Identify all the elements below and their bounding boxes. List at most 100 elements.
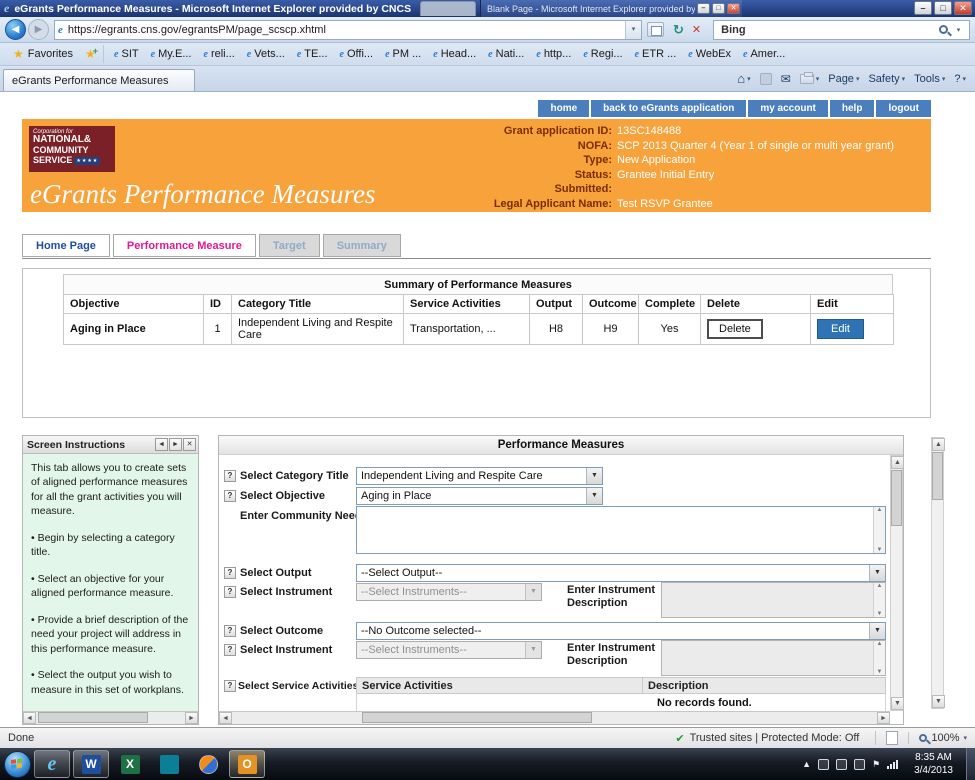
scroll-right-arrow[interactable]: ► [185,712,198,724]
taskbar-outlook[interactable]: O [229,750,265,778]
tab-home-page[interactable]: Home Page [22,234,110,257]
scrollbar-thumb[interactable] [362,712,592,723]
show-hidden-icons-button[interactable]: ▲ [802,759,811,769]
scroll-right-arrow[interactable]: ► [877,712,890,724]
favorite-link[interactable]: eTE... [291,46,334,62]
feeds-icon[interactable] [760,73,772,85]
scroll-down-arrow[interactable]: ▼ [891,697,904,710]
bg-maximize-button[interactable]: □ [712,3,725,14]
print-button[interactable]: ▾ [800,74,820,84]
category-title-select[interactable]: Independent Living and Respite Care ▼ [356,467,603,485]
search-dropdown[interactable]: ▾ [951,26,966,34]
favorite-link[interactable]: eWebEx [682,46,737,62]
action-center-flag-icon[interactable]: ⚑ [872,759,880,770]
security-zone[interactable]: ✔ Trusted sites | Protected Mode: Off [675,732,859,745]
home-button[interactable]: ⌂▾ [737,71,750,86]
forward-button[interactable]: ▶ [28,19,49,40]
outcome-select[interactable]: --No Outcome selected-- ▼ [356,622,886,640]
page-menu[interactable]: Page▾ [828,73,859,85]
close-instructions-button[interactable]: ✕ [183,438,196,451]
scroll-left-arrow[interactable]: ◄ [23,712,36,724]
tray-icon[interactable] [836,759,847,770]
minimize-button[interactable]: – [914,1,932,15]
taskbar-excel[interactable]: X [112,750,148,778]
objective-select[interactable]: Aging in Place ▼ [356,487,603,505]
maximize-button[interactable]: □ [934,1,952,15]
help-icon[interactable]: ? [224,625,236,637]
scroll-up-arrow[interactable]: ▲ [874,507,885,513]
tab-summary[interactable]: Summary [323,234,401,257]
scrollbar-thumb[interactable] [932,452,943,500]
favorite-link[interactable]: ereli... [198,46,241,62]
favorite-link[interactable]: ehttp... [530,46,577,62]
next-instruction-button[interactable]: ► [169,438,182,451]
search-icon[interactable] [939,25,948,34]
instructions-horizontal-scrollbar[interactable]: ◄ ► [23,711,198,724]
browser-tab[interactable]: eGrants Performance Measures [3,69,195,91]
tray-icon[interactable] [854,759,865,770]
back-button[interactable]: ◀ [5,19,26,40]
nav-home-button[interactable]: home [538,100,589,117]
zoom-control[interactable]: 100% ▾ [908,732,967,744]
scroll-left-arrow[interactable]: ◄ [219,712,232,724]
favorite-link[interactable]: eVets... [241,46,291,62]
scrollbar-thumb[interactable] [38,712,148,723]
safety-menu[interactable]: Safety▾ [868,73,905,85]
favorite-link[interactable]: eRegi... [577,46,628,62]
scroll-down-arrow[interactable]: ▼ [932,695,945,708]
favorite-link[interactable]: eETR ... [629,46,683,62]
community-need-textarea[interactable]: ▲▼ [356,506,886,554]
edit-button[interactable]: Edit [817,319,864,339]
chevron-down-icon[interactable]: ▼ [586,468,602,484]
output-select[interactable]: --Select Output-- ▼ [356,564,886,582]
tools-menu[interactable]: Tools▾ [914,73,945,85]
help-icon[interactable]: ? [224,470,236,482]
scrollbar-track[interactable] [932,451,943,695]
start-button[interactable] [4,751,31,778]
nav-logout-button[interactable]: logout [876,100,931,117]
tab-performance-measure[interactable]: Performance Measure [113,234,256,257]
nav-back-to-egrants-button[interactable]: back to eGrants application [591,100,746,117]
page-vertical-scrollbar[interactable]: ▲ ▼ [931,437,944,709]
tab-target[interactable]: Target [259,234,320,257]
favorite-link[interactable]: eNati... [482,46,530,62]
favorite-link[interactable]: eAmer... [737,46,791,62]
help-icon[interactable]: ? [224,680,236,692]
bg-close-button[interactable]: ✕ [727,3,740,14]
mail-icon[interactable]: ✉ [781,72,791,86]
taskbar-app[interactable] [151,750,187,778]
background-window[interactable]: Blank Page - Microsoft Internet Explorer… [480,0,742,17]
favorite-link[interactable]: eMy.E... [145,46,198,62]
taskbar-internet-explorer[interactable]: e [34,750,70,778]
scrollbar-track[interactable] [232,712,877,724]
favorite-link[interactable]: eHead... [427,46,482,62]
refresh-button[interactable]: ↻ [673,22,684,38]
scroll-down-arrow[interactable]: ▼ [874,547,885,553]
taskbar-media-player[interactable] [190,750,226,778]
stop-button[interactable]: ✕ [692,23,701,36]
favorite-link[interactable]: eSIT [108,46,145,62]
scrollbar-track[interactable] [36,712,185,724]
help-icon[interactable]: ? [224,586,236,598]
help-icon[interactable]: ? [224,644,236,656]
nav-help-button[interactable]: help [830,100,875,117]
address-bar[interactable]: e https://egrants.cns.gov/egrantsPM/page… [54,20,642,40]
close-button[interactable]: ✕ [954,1,972,15]
show-desktop-button[interactable] [966,748,975,780]
chevron-down-icon[interactable]: ▼ [586,488,602,504]
scroll-up-arrow[interactable]: ▲ [891,456,904,469]
help-icon[interactable]: ? [224,567,236,579]
chevron-down-icon[interactable]: ▼ [869,623,885,639]
favorites-button[interactable]: ★ Favorites [6,45,80,63]
compatibility-view-icon[interactable] [647,22,664,37]
help-icon[interactable]: ? [224,490,236,502]
scroll-up-arrow[interactable]: ▲ [932,438,945,451]
help-menu[interactable]: ?▾ [954,73,966,85]
favorite-link[interactable]: ePM ... [379,46,427,62]
scrollbar-track[interactable] [891,469,902,697]
page-mode-icon[interactable] [886,731,898,745]
nav-my-account-button[interactable]: my account [748,100,828,117]
search-box[interactable]: Bing ▾ [713,20,970,40]
favorite-link[interactable]: eOffi... [334,46,380,62]
add-favorite-button[interactable]: ★ + [80,45,104,63]
